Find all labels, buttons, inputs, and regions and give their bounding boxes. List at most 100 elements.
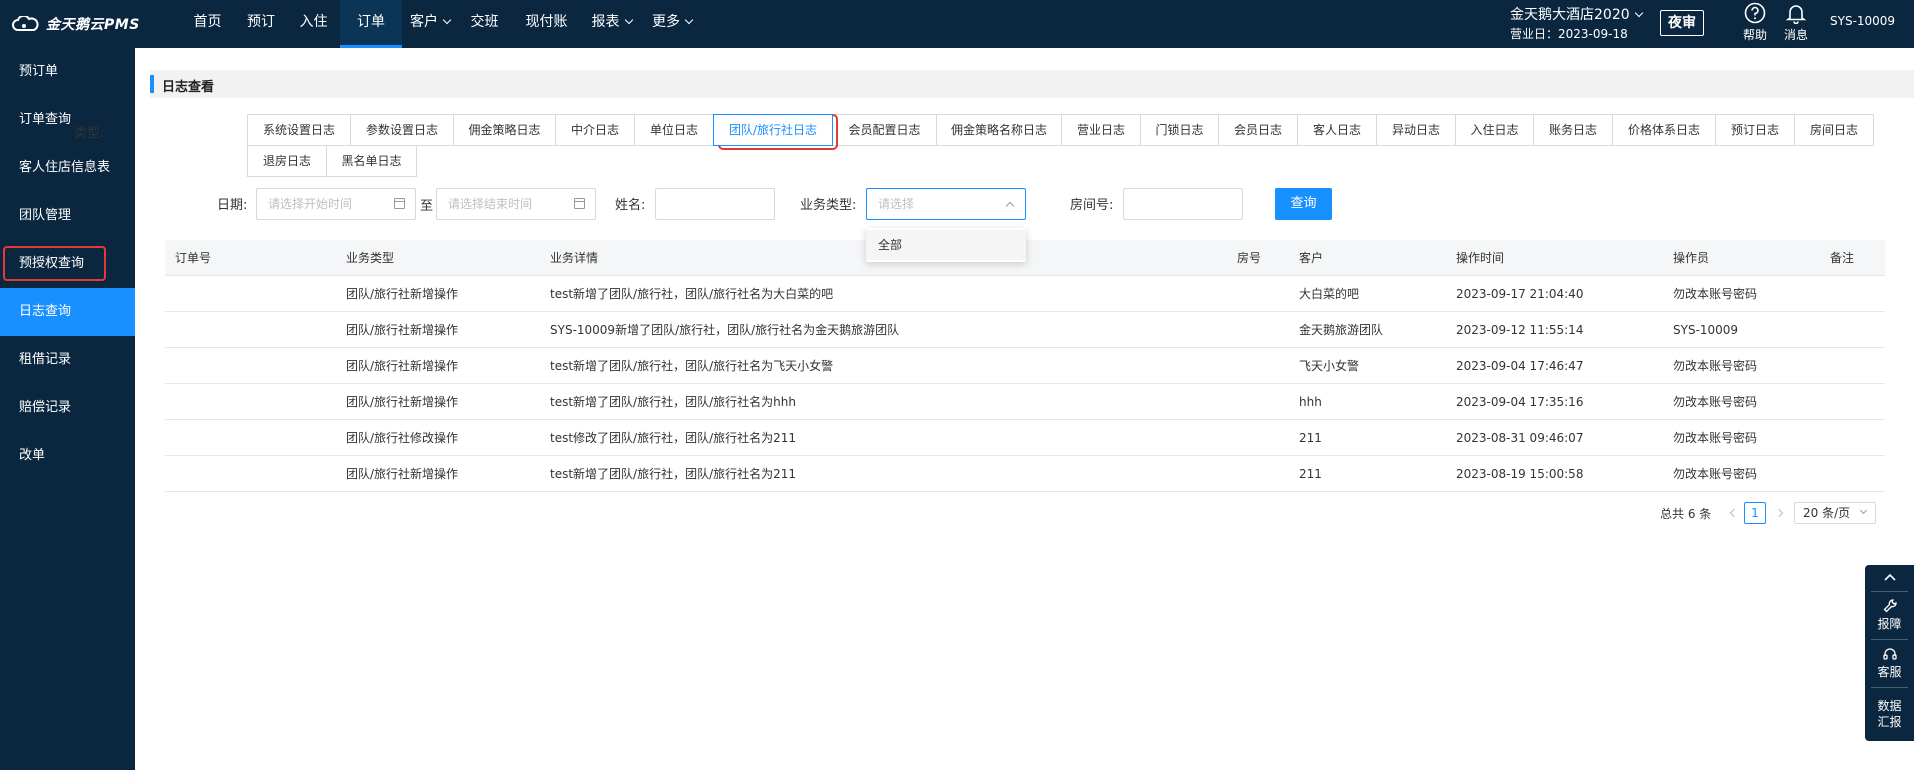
- report-issue-button[interactable]: 报障: [1865, 598, 1914, 632]
- column-header[interactable]: 备注: [1830, 240, 1854, 276]
- log-type-tab[interactable]: 会员配置日志: [832, 114, 937, 146]
- sidebar-item[interactable]: 客人住店信息表: [0, 144, 135, 192]
- data-report-label: 数据汇报: [1877, 699, 1902, 729]
- log-type-tab[interactable]: 入住日志: [1455, 114, 1534, 146]
- column-header[interactable]: 房号: [1237, 240, 1261, 276]
- customer-service-button[interactable]: 客服: [1865, 646, 1914, 680]
- query-button[interactable]: 查询: [1275, 188, 1332, 220]
- chevron-up-icon: [1005, 201, 1015, 211]
- chevron-down-icon: [1859, 506, 1868, 515]
- business-type-select[interactable]: 请选择: [866, 188, 1026, 220]
- column-header[interactable]: 操作时间: [1456, 240, 1504, 276]
- end-date-input[interactable]: 请选择结束时间: [436, 188, 596, 220]
- page-title-bar: 日志查看: [150, 70, 1914, 98]
- column-header[interactable]: 业务详情: [550, 240, 598, 276]
- page-size-select[interactable]: 20 条/页: [1794, 502, 1876, 524]
- report-issue-label: 报障: [1877, 617, 1902, 631]
- sidebar-item[interactable]: 日志查询: [0, 288, 135, 336]
- nav-item[interactable]: 更多: [641, 0, 703, 48]
- log-type-tab[interactable]: 预订日志: [1715, 114, 1795, 146]
- floating-side-panel: 报障 客服 数据汇报: [1865, 565, 1914, 741]
- sidebar-item[interactable]: 订单查询: [0, 96, 135, 144]
- table-cell: 勿改本账号密码: [1673, 395, 1758, 409]
- table-cell: 2023-09-17 21:04:40: [1456, 287, 1584, 301]
- page-number[interactable]: 1: [1744, 502, 1766, 524]
- column-header[interactable]: 订单号: [175, 240, 211, 276]
- chevron-down-icon: [442, 15, 452, 25]
- column-header[interactable]: 业务类型: [346, 240, 394, 276]
- log-type-tab[interactable]: 佣金策略日志: [453, 114, 556, 146]
- log-type-tab[interactable]: 单位日志: [634, 114, 714, 146]
- table-row[interactable]: 团队/旅行社新增操作 test新增了团队/旅行社，团队/旅行社名为飞天小女警 飞天小…: [165, 348, 1885, 384]
- bell-icon: [1785, 5, 1807, 24]
- column-header[interactable]: 客户: [1299, 240, 1323, 276]
- sidebar-item[interactable]: 赔偿记录: [0, 384, 135, 432]
- sidebar-item[interactable]: 团队管理: [0, 192, 135, 240]
- name-input[interactable]: [655, 188, 775, 220]
- table-cell: 勿改本账号密码: [1673, 431, 1758, 445]
- app-logo[interactable]: 金天鹅云PMS: [12, 12, 140, 36]
- help-icon: [1744, 2, 1766, 24]
- table-cell: 团队/旅行社新增操作: [346, 287, 459, 301]
- log-type-tab[interactable]: 佣金策略名称日志: [936, 114, 1062, 146]
- top-nav: 首页 预订 入住 订单 客户 交班 现付账 报表 更多: [180, 0, 703, 48]
- divider: [1871, 639, 1908, 640]
- log-type-tab[interactable]: 系统设置日志: [247, 114, 351, 146]
- nav-item[interactable]: 客户: [402, 0, 458, 48]
- table-row[interactable]: 团队/旅行社新增操作 test新增了团队/旅行社，团队/旅行社名为211 211 20…: [165, 456, 1885, 492]
- column-header[interactable]: 操作员: [1673, 240, 1709, 276]
- help-button[interactable]: 帮助: [1740, 2, 1770, 43]
- nav-item[interactable]: 交班: [458, 0, 511, 48]
- user-menu[interactable]: SYS-10009: [1830, 14, 1895, 28]
- page-size-value: 20 条/页: [1803, 506, 1851, 520]
- log-type-tab[interactable]: 客人日志: [1297, 114, 1377, 146]
- nav-item[interactable]: 入住: [287, 0, 340, 48]
- log-type-tab[interactable]: 参数设置日志: [350, 114, 454, 146]
- business-day: 营业日：2023-09-18: [1510, 27, 1628, 41]
- log-type-tab[interactable]: 会员日志: [1218, 114, 1298, 146]
- sidebar-item[interactable]: 改单: [0, 432, 135, 480]
- table-row[interactable]: 团队/旅行社新增操作 SYS-10009新增了团队/旅行社，团队/旅行社名为金天鹅…: [165, 312, 1885, 348]
- table-cell: 团队/旅行社新增操作: [346, 467, 459, 481]
- log-type-tab[interactable]: 异动日志: [1376, 114, 1456, 146]
- nav-item[interactable]: 现付账: [511, 0, 582, 48]
- help-label: 帮助: [1742, 28, 1767, 42]
- nav-item[interactable]: 首页: [180, 0, 235, 48]
- dropdown-option-all[interactable]: 全部: [866, 230, 1026, 260]
- title-accent: [150, 75, 154, 93]
- log-type-tab[interactable]: 营业日志: [1061, 114, 1141, 146]
- log-type-tab[interactable]: 中介日志: [555, 114, 635, 146]
- sidebar-item[interactable]: 预订单: [0, 48, 135, 96]
- log-type-tab[interactable]: 价格体系日志: [1612, 114, 1716, 146]
- table-row[interactable]: 团队/旅行社修改操作 test修改了团队/旅行社，团队/旅行社名为211 211 20…: [165, 420, 1885, 456]
- start-date-input[interactable]: 请选择开始时间: [256, 188, 416, 220]
- log-type-tab[interactable]: 账务日志: [1533, 114, 1613, 146]
- night-audit-button[interactable]: 夜审: [1660, 10, 1704, 36]
- collapse-button[interactable]: [1865, 571, 1914, 585]
- nav-item[interactable]: 预订: [235, 0, 287, 48]
- messages-button[interactable]: 消息: [1781, 2, 1811, 43]
- room-input[interactable]: [1123, 188, 1243, 220]
- log-type-tab[interactable]: 门锁日志: [1140, 114, 1219, 146]
- nav-item[interactable]: 订单: [340, 0, 402, 48]
- sidebar-item[interactable]: 租借记录: [0, 336, 135, 384]
- sidebar-item[interactable]: 预授权查询: [0, 240, 135, 288]
- business-type-placeholder: 请选择: [878, 197, 915, 211]
- log-type-tab[interactable]: 团队/旅行社日志: [713, 114, 833, 146]
- name-label: 姓名:: [615, 198, 646, 213]
- table-cell: 2023-09-04 17:46:47: [1456, 359, 1584, 373]
- log-type-tab[interactable]: 房间日志: [1794, 114, 1874, 146]
- type-label: 类型:: [74, 126, 105, 141]
- log-type-tab[interactable]: 黑名单日志: [326, 145, 417, 177]
- table-row[interactable]: 团队/旅行社新增操作 test新增了团队/旅行社，团队/旅行社名为hhh hhh 20…: [165, 384, 1885, 420]
- log-type-tab[interactable]: 退房日志: [247, 145, 327, 177]
- table-cell: 2023-08-31 09:46:07: [1456, 431, 1584, 445]
- table-cell: 2023-09-12 11:55:14: [1456, 323, 1584, 337]
- nav-item-label: 客户: [410, 14, 438, 30]
- table-cell: 团队/旅行社新增操作: [346, 395, 459, 409]
- hotel-selector[interactable]: 金天鹅大酒店2020: [1510, 4, 1643, 24]
- table-row[interactable]: 团队/旅行社新增操作 test新增了团队/旅行社，团队/旅行社名为大白菜的吧 大白菜…: [165, 276, 1885, 312]
- data-report-button[interactable]: 数据汇报: [1865, 698, 1914, 730]
- headset-icon: [1882, 648, 1897, 660]
- nav-item[interactable]: 报表: [582, 0, 641, 48]
